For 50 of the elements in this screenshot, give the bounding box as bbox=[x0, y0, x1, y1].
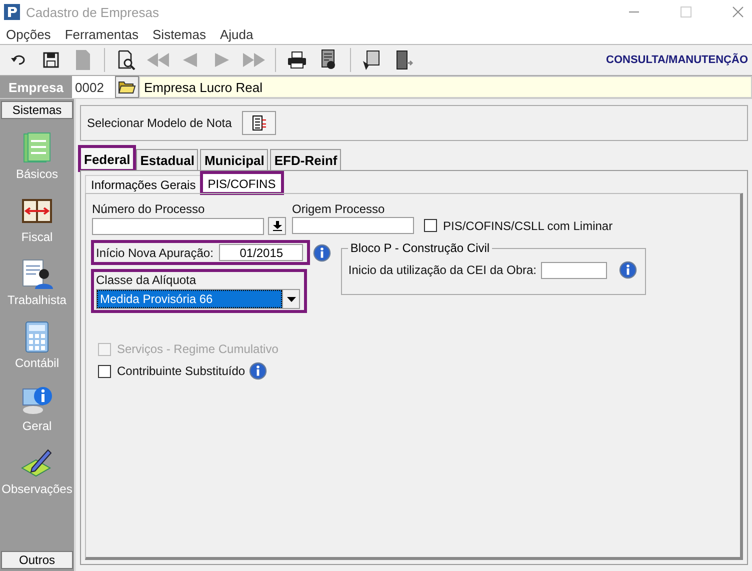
company-name-field[interactable]: Empresa Lucro Real bbox=[139, 76, 752, 98]
app-logo-icon bbox=[4, 4, 20, 20]
select-model-button[interactable] bbox=[242, 111, 276, 135]
info-icon[interactable] bbox=[313, 244, 332, 262]
checkbox-label: Contribuinte Substituído bbox=[117, 364, 246, 378]
open-folder-button[interactable] bbox=[115, 76, 139, 98]
window-title: Cadastro de Empresas bbox=[26, 4, 159, 20]
tab[interactable]: Federal bbox=[80, 147, 134, 170]
report-icon[interactable] bbox=[320, 49, 338, 71]
tab[interactable]: Informações Gerais bbox=[85, 175, 202, 193]
field-label: Classe da Alíquota bbox=[96, 273, 198, 287]
info-icon[interactable] bbox=[618, 261, 637, 279]
sidebar-footer-button[interactable]: Outros bbox=[1, 551, 73, 569]
group-title: Bloco P - Construção Civil bbox=[349, 241, 491, 255]
download-arrow-icon bbox=[272, 221, 282, 231]
field-label: Origem Processo bbox=[292, 202, 386, 216]
checkbox-label: Serviços - Regime Cumulativo bbox=[117, 342, 278, 356]
close-icon[interactable] bbox=[732, 6, 744, 18]
checkbox[interactable] bbox=[424, 219, 437, 232]
tab[interactable]: EFD-Reinf bbox=[270, 149, 342, 170]
save-icon[interactable] bbox=[42, 51, 60, 69]
mode-label: CONSULTA/MANUTENÇÃO bbox=[606, 54, 748, 66]
print-preview-icon[interactable] bbox=[116, 50, 136, 70]
field-label: Início Nova Apuração: bbox=[96, 246, 214, 260]
menu-item[interactable]: Opções bbox=[6, 26, 51, 42]
sidebar-header-button[interactable]: Sistemas bbox=[1, 101, 73, 119]
menu-item[interactable]: Ferramentas bbox=[64, 26, 139, 42]
download-button[interactable] bbox=[268, 217, 286, 235]
tab[interactable]: PIS/COFINS bbox=[202, 173, 282, 193]
caret-icon bbox=[286, 296, 296, 302]
tab[interactable]: Municipal bbox=[200, 149, 268, 170]
field-label: Número do Processo bbox=[92, 202, 206, 216]
checkbox[interactable] bbox=[98, 364, 111, 378]
input-field[interactable] bbox=[540, 262, 607, 278]
menu-item[interactable]: Ajuda bbox=[220, 26, 254, 42]
rate-class-dropdown[interactable]: Medida Provisória 66 bbox=[96, 289, 300, 309]
tab[interactable]: Estadual bbox=[136, 149, 198, 170]
worker-document-icon bbox=[20, 257, 54, 291]
menu-item[interactable]: Sistemas bbox=[152, 26, 206, 42]
period-input[interactable]: 01/2015 bbox=[219, 244, 304, 261]
company-label: Empresa bbox=[0, 76, 72, 98]
input-field[interactable] bbox=[92, 218, 264, 234]
input-field[interactable] bbox=[292, 217, 414, 234]
checkbox-label: PIS/COFINS/CSLL com Liminar bbox=[443, 218, 613, 232]
note-model-label: Selecionar Modelo de Nota bbox=[87, 116, 232, 130]
list-document-icon bbox=[250, 115, 267, 131]
company-code-field[interactable]: 0002 bbox=[72, 76, 115, 98]
field-label: Inicio da utilização da CEI da Obra: bbox=[348, 263, 537, 277]
info-icon[interactable] bbox=[249, 362, 268, 380]
printer-icon[interactable] bbox=[287, 51, 307, 69]
